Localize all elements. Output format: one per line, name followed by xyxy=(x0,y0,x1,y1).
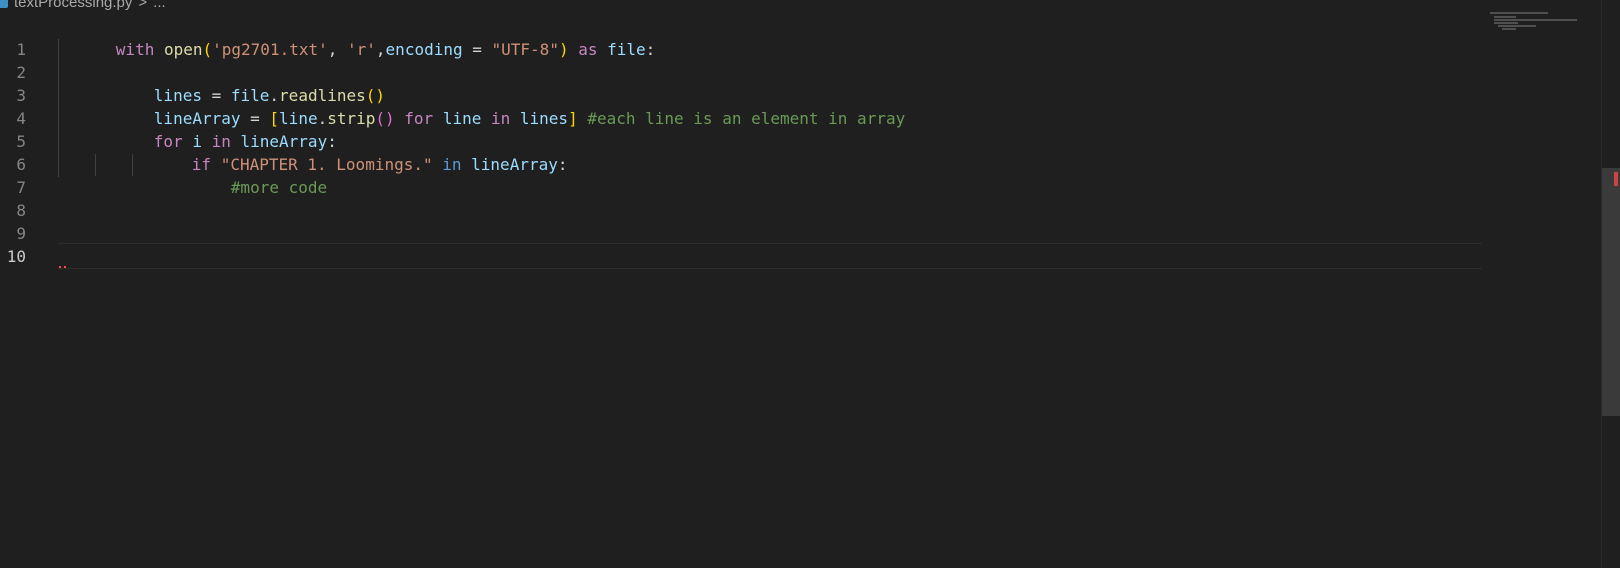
breadcrumb-file[interactable]: textProcessing.py xyxy=(14,0,132,11)
error-squiggle[interactable] xyxy=(59,263,66,268)
vertical-scrollbar[interactable] xyxy=(1601,0,1620,568)
code-line[interactable]: 7 #more code xyxy=(0,152,1482,197)
code-line[interactable]: 1 with open('pg2701.txt', 'r',encoding =… xyxy=(0,14,1482,59)
current-line-highlight xyxy=(58,243,1482,269)
python-file-icon xyxy=(0,0,8,8)
minimap-line xyxy=(1494,22,1518,24)
code-line[interactable]: 3 lines = file.readlines() xyxy=(0,60,1482,105)
minimap-line xyxy=(1494,16,1516,18)
code-editor[interactable]: 1 with open('pg2701.txt', 'r',encoding =… xyxy=(0,15,1482,568)
code-line[interactable]: 8 xyxy=(0,175,1482,220)
breadcrumb-more[interactable]: ... xyxy=(153,0,166,11)
minimap-line xyxy=(1490,12,1548,14)
minimap-line xyxy=(1498,25,1536,27)
code-line[interactable]: 10 xyxy=(0,221,1482,266)
line-number: 10 xyxy=(6,247,26,266)
minimap[interactable] xyxy=(1490,12,1580,52)
minimap-line xyxy=(1502,28,1516,30)
breadcrumb: textProcessing.py > ... xyxy=(0,0,166,11)
error-marker xyxy=(1614,172,1618,186)
code-line[interactable]: 5 for i in lineArray: xyxy=(0,106,1482,151)
breadcrumb-separator: > xyxy=(138,0,148,11)
code-line[interactable]: 4 lineArray = [line.strip() for line in … xyxy=(0,83,1482,128)
code-line[interactable]: 9 xyxy=(0,198,1482,243)
minimap-line xyxy=(1494,19,1577,21)
code-line[interactable]: 2 xyxy=(0,37,1482,82)
code-line[interactable]: 6 if "CHAPTER 1. Loomings." in lineArray… xyxy=(0,129,1482,174)
scrollbar-thumb[interactable] xyxy=(1602,168,1620,416)
